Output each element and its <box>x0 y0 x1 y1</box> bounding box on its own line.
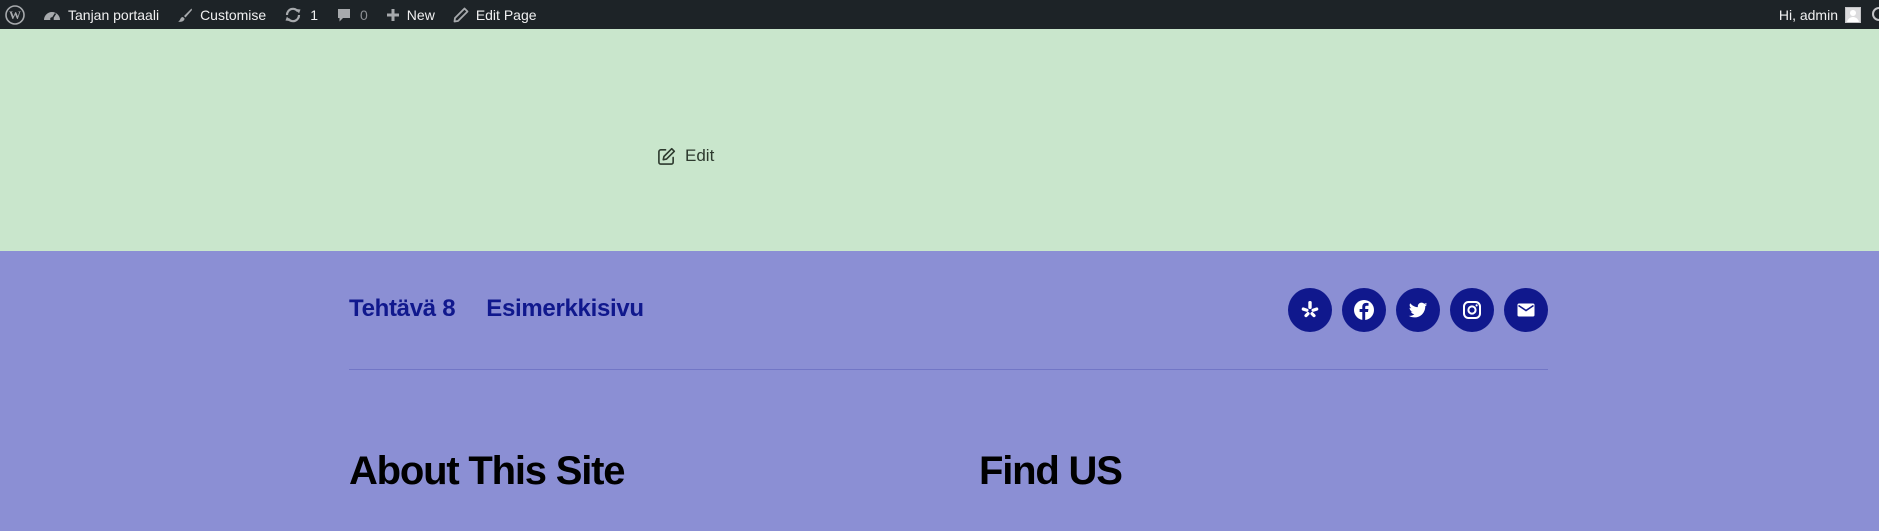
edit-link-label: Edit <box>685 146 715 165</box>
find-us-widget-title: Find US <box>979 449 1123 493</box>
social-link-mail[interactable] <box>1504 288 1548 332</box>
update-refresh-icon <box>285 7 301 22</box>
avatar <box>1845 6 1861 23</box>
edit-page-label: Edit Page <box>475 6 537 23</box>
paintbrush-icon <box>178 8 193 22</box>
footer-nav-item-esimerkkisivu[interactable]: Esimerkkisivu <box>486 295 644 323</box>
comment-bubble-icon <box>338 8 350 21</box>
twitter-icon <box>1408 302 1428 318</box>
wordpress-logo-menu[interactable]: W <box>0 0 34 29</box>
dashboard-gauge-icon <box>44 11 60 21</box>
yelp-icon <box>1301 301 1319 318</box>
footer-nav-item-tehtava-8[interactable]: Tehtävä 8 <box>349 295 456 323</box>
facebook-icon <box>1354 300 1374 320</box>
edit-post-link[interactable]: Edit <box>657 146 714 166</box>
new-label: New <box>406 6 435 23</box>
admin-bar: W Tanjan portaali Customise 1 0 New Edit… <box>0 0 1879 29</box>
site-name-menu[interactable]: Tanjan portaali <box>34 0 168 29</box>
mail-icon <box>1517 303 1535 317</box>
site-name-label: Tanjan portaali <box>68 6 160 23</box>
comments-menu[interactable]: 0 <box>327 0 377 29</box>
social-link-facebook[interactable] <box>1342 288 1386 332</box>
pencil-icon <box>453 7 469 22</box>
wordpress-icon: W <box>5 4 25 25</box>
social-link-twitter[interactable] <box>1396 288 1440 332</box>
new-content-menu[interactable]: New <box>377 0 444 29</box>
search-icon[interactable] <box>1872 7 1879 21</box>
customise-menu[interactable]: Customise <box>168 0 275 29</box>
footer-divider <box>349 369 1548 370</box>
edit-page-menu[interactable]: Edit Page <box>444 0 546 29</box>
edit-square-pencil-icon <box>658 147 676 165</box>
footer-navigation: Tehtävä 8 Esimerkkisivu <box>349 295 644 323</box>
about-widget-title: About This Site <box>349 449 626 493</box>
site-footer: Tehtävä 8 Esimerkkisivu About This Site … <box>0 251 1879 531</box>
social-link-yelp[interactable] <box>1288 288 1332 332</box>
updates-count: 1 <box>310 6 318 23</box>
page-content-area: Edit <box>0 29 1879 251</box>
greeting-label: Hi, admin <box>1778 6 1838 23</box>
my-account-menu[interactable]: Hi, admin <box>1770 0 1879 29</box>
customise-label: Customise <box>200 6 267 23</box>
instagram-icon <box>1463 301 1481 319</box>
social-link-instagram[interactable] <box>1450 288 1494 332</box>
social-links <box>1288 288 1548 332</box>
updates-menu[interactable]: 1 <box>275 0 327 29</box>
plus-icon <box>386 8 399 21</box>
comments-count: 0 <box>360 6 368 23</box>
svg-text:W: W <box>9 8 21 22</box>
